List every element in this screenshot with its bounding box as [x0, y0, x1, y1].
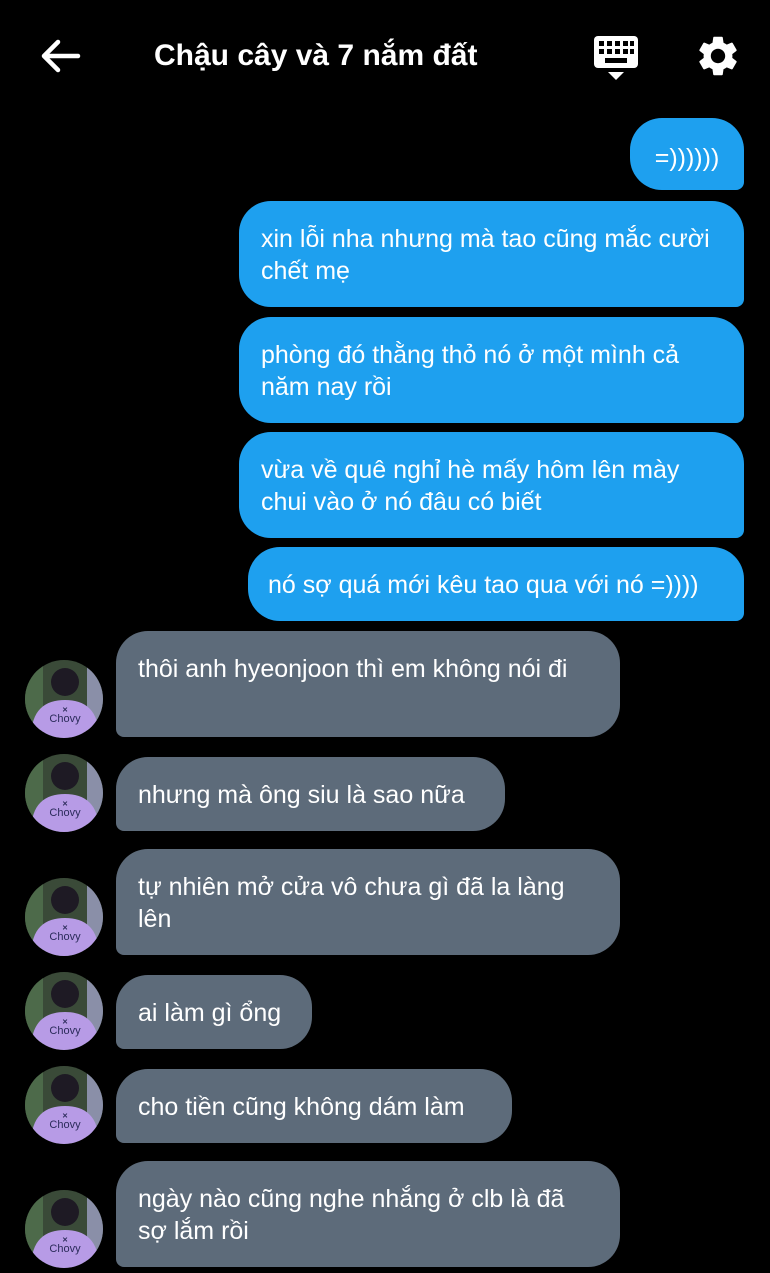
chat-header: Chậu cây và 7 nắm đất [0, 0, 770, 110]
avatar-image: ✕ Chovy [25, 754, 103, 832]
avatar-shirt-text: Chovy [49, 1119, 81, 1131]
avatar-image: ✕ Chovy [25, 972, 103, 1050]
avatar-image: ✕ Chovy [25, 660, 103, 738]
avatar[interactable]: ✕ Chovy [25, 660, 103, 738]
avatar[interactable]: ✕ Chovy [25, 878, 103, 956]
avatar-image: ✕ Chovy [25, 1066, 103, 1144]
received-message-bubble[interactable]: thôi anh hyeonjoon thì em không nói đi [116, 631, 620, 737]
avatar-image: ✕ Chovy [25, 878, 103, 956]
keyboard-button[interactable] [592, 34, 640, 82]
avatar-image: ✕ Chovy [25, 1190, 103, 1268]
sent-message-bubble[interactable]: =)))))) [630, 118, 744, 190]
gear-icon [699, 36, 737, 76]
avatar-shirt-text: Chovy [49, 1025, 81, 1037]
avatar[interactable]: ✕ Chovy [25, 1190, 103, 1268]
sent-message-bubble[interactable]: nó sợ quá mới kêu tao qua với nó =)))) [248, 547, 744, 621]
sent-message-bubble[interactable]: phòng đó thằng thỏ nó ở một mình cả năm … [239, 317, 744, 423]
avatar-shirt-text: Chovy [49, 713, 81, 725]
arrow-left-icon [41, 39, 81, 73]
avatar[interactable]: ✕ Chovy [25, 972, 103, 1050]
sent-message-bubble[interactable]: xin lỗi nha nhưng mà tao cũng mắc cười c… [239, 201, 744, 307]
back-button[interactable] [38, 34, 82, 78]
avatar[interactable]: ✕ Chovy [25, 754, 103, 832]
avatar-shirt-text: Chovy [49, 1243, 81, 1255]
received-message-bubble[interactable]: nhưng mà ông siu là sao nữa [116, 757, 505, 831]
avatar[interactable]: ✕ Chovy [25, 1066, 103, 1144]
settings-button[interactable] [694, 32, 742, 80]
received-message-bubble[interactable]: ngày nào cũng nghe nhắng ở clb là đã sợ … [116, 1161, 620, 1267]
avatar-shirt-text: Chovy [49, 931, 81, 943]
sent-message-bubble[interactable]: vừa về quê nghỉ hè mấy hôm lên mày chui … [239, 432, 744, 538]
avatar-shirt-text: Chovy [49, 807, 81, 819]
chat-title: Chậu cây và 7 nắm đất [154, 39, 478, 72]
keyboard-icon [594, 36, 638, 80]
received-message-bubble[interactable]: cho tiền cũng không dám làm [116, 1069, 512, 1143]
received-message-bubble[interactable]: ai làm gì ổng [116, 975, 312, 1049]
received-message-bubble[interactable]: tự nhiên mở cửa vô chưa gì đã la làng lê… [116, 849, 620, 955]
